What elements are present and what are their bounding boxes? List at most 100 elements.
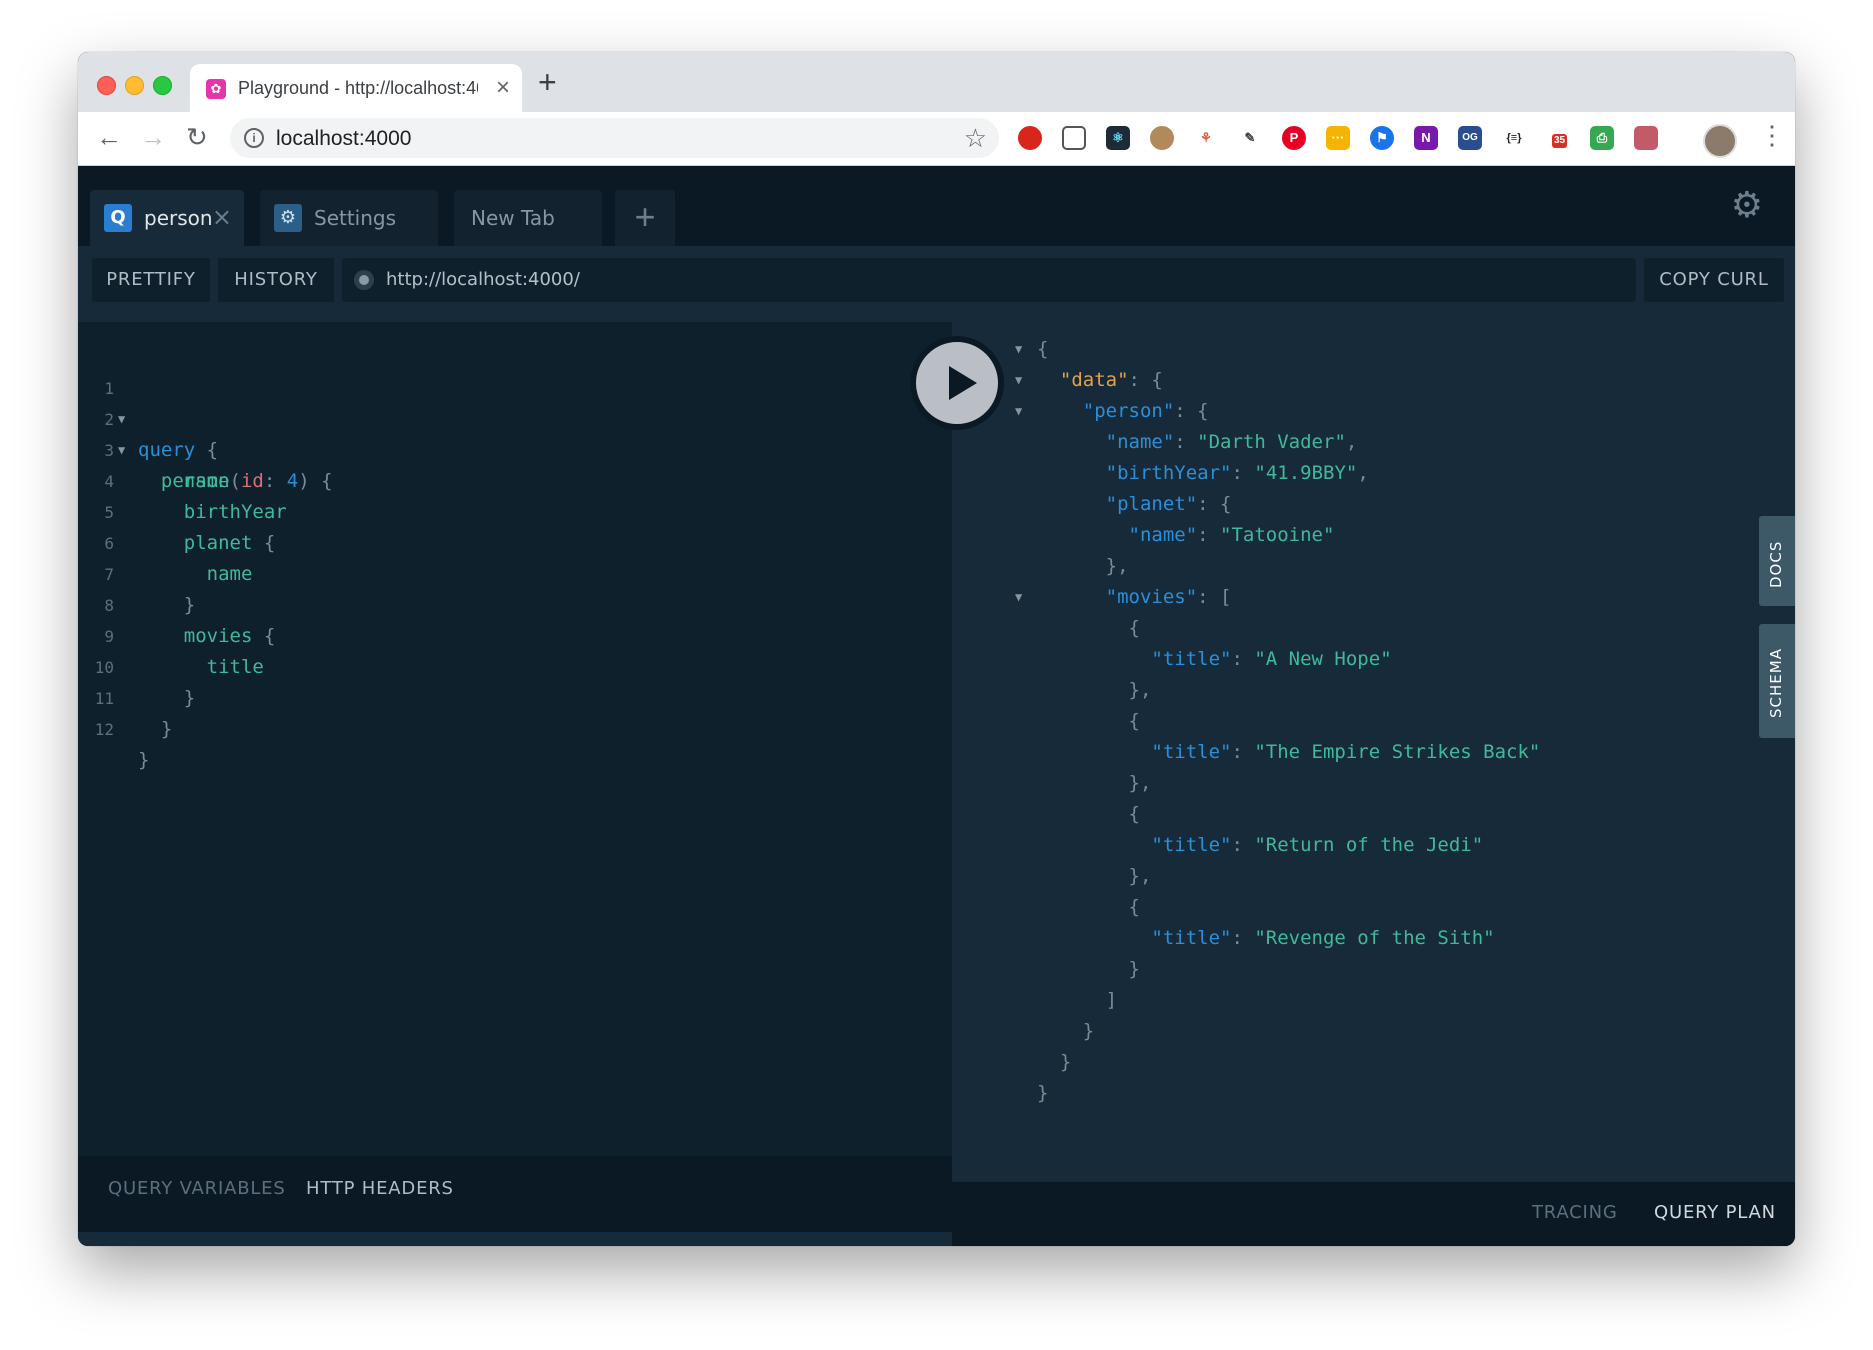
new-tab-button[interactable]: + (538, 66, 557, 98)
tab-settings-label: Settings (314, 206, 397, 230)
close-tab-icon[interactable]: × (496, 74, 510, 102)
person-key: "person" (1082, 400, 1175, 422)
result-pane: ▼{ ▼ "data": { ▼ "person": { "name": "Da… (952, 322, 1795, 1182)
field-title: title (206, 656, 264, 678)
arg-value: 4 (286, 470, 299, 492)
planet-key: "planet" (1105, 493, 1198, 515)
fold-arrow-icon[interactable]: ▼ (1015, 396, 1022, 427)
playground-tab-bar: Q person × ⚙ Settings New Tab + ⚙ (78, 166, 1795, 246)
eyedropper-icon[interactable]: ✎ (1238, 126, 1262, 150)
reload-icon[interactable]: ↻ (186, 122, 208, 153)
result-line: } (1037, 1082, 1049, 1104)
fold-arrow-icon[interactable]: ▼ (1015, 365, 1022, 396)
editor-line: 1 ▼ query { (78, 342, 218, 461)
editor-line: 2 ▼ person(id: 4) { (78, 373, 332, 492)
tracing-tab[interactable]: TRACING (1532, 1202, 1618, 1223)
query-variables-tab[interactable]: QUERY VARIABLES (108, 1178, 286, 1199)
query-plan-tab[interactable]: QUERY PLAN (1654, 1202, 1776, 1223)
result-line: "title": "Revenge of the Sith" (1151, 927, 1495, 949)
add-tab-button[interactable]: + (615, 190, 675, 246)
editor-line: 8 movies { (78, 559, 275, 647)
birthyear-value: "41.9BBY" (1254, 462, 1358, 484)
pocket-icon[interactable] (1062, 126, 1086, 150)
field-planet: planet (183, 532, 253, 554)
onenote-icon[interactable]: N (1414, 126, 1438, 150)
tab-new-label: New Tab (471, 206, 555, 230)
network-icon[interactable]: ⚘ (1194, 126, 1218, 150)
json-icon[interactable]: {≡} (1502, 126, 1526, 150)
close-window-button[interactable] (97, 76, 116, 95)
result-line: ▼ "data": { (1015, 365, 1163, 396)
browser-toolbar: ← → ↻ i localhost:4000 ☆ ⚛ ⚘ ✎ P ··· ⚑ N… (78, 112, 1795, 166)
result-line: { (1128, 803, 1140, 825)
back-icon[interactable]: ← (96, 122, 122, 153)
ext-badge-icon[interactable]: 35 (1546, 126, 1570, 150)
name-key: "name" (1105, 431, 1175, 453)
movie-title: "Revenge of the Sith" (1254, 927, 1495, 949)
arg-name: id (240, 470, 264, 492)
cookie-icon[interactable] (1150, 126, 1174, 150)
editor-line: 3 name (78, 404, 229, 492)
editor-line: 12 } (78, 683, 170, 771)
settings-gear-icon[interactable]: ⚙ (1731, 184, 1763, 226)
history-button[interactable]: HISTORY (218, 258, 334, 302)
tab-new[interactable]: New Tab (454, 190, 602, 246)
docs-tab[interactable]: DOCS (1759, 516, 1795, 606)
result-line: "title": "Return of the Jedi" (1151, 834, 1484, 856)
playground-controls: PRETTIFY HISTORY http://localhost:4000/ … (78, 246, 1795, 322)
endpoint-url: http://localhost:4000/ (386, 269, 580, 290)
fold-arrow-icon[interactable]: ▼ (1015, 334, 1022, 365)
movie-title: "The Empire Strikes Back" (1254, 741, 1541, 763)
bookmark-star-icon[interactable]: ☆ (964, 123, 987, 154)
result-line: }, (1128, 772, 1152, 794)
profile-avatar[interactable] (1703, 124, 1737, 158)
result-line: } (1082, 1020, 1095, 1042)
execute-query-button[interactable] (910, 336, 1004, 430)
result-line: }, (1128, 679, 1152, 701)
endpoint-input[interactable]: http://localhost:4000/ (342, 258, 1636, 302)
minimize-window-button[interactable] (125, 76, 144, 95)
og-icon[interactable]: OG (1458, 126, 1482, 150)
graphql-playground: Q person × ⚙ Settings New Tab + ⚙ PRETTI… (78, 166, 1795, 1246)
address-bar[interactable]: i localhost:4000 ☆ (230, 118, 999, 158)
query-editor[interactable]: 1 ▼ query { 2 ▼ person(id: 4) { 3 name 4… (78, 322, 952, 1156)
tab-person[interactable]: Q person × (90, 190, 244, 246)
tracing-bar: TRACING QUERY PLAN (952, 1182, 1795, 1246)
data-key: "data" (1059, 369, 1129, 391)
result-line: } (1059, 1051, 1072, 1073)
forward-icon[interactable]: → (140, 122, 166, 153)
fold-arrow-icon[interactable]: ▼ (1015, 582, 1022, 613)
ext-yellow-icon[interactable]: ··· (1326, 126, 1350, 150)
site-info-icon[interactable]: i (244, 128, 264, 148)
title-key: "title" (1151, 834, 1232, 856)
movie-title: "Return of the Jedi" (1254, 834, 1484, 856)
react-icon[interactable]: ⚛ (1106, 126, 1130, 150)
close-tab-icon[interactable]: × (212, 203, 232, 231)
title-key: "title" (1151, 741, 1232, 763)
editor-line: 10 } (78, 621, 195, 709)
pinterest-icon[interactable]: P (1282, 126, 1306, 150)
tab-settings[interactable]: ⚙ Settings (260, 190, 438, 246)
maximize-window-button[interactable] (153, 76, 172, 95)
browser-tab-playground[interactable]: ✿ Playground - http://localhost:4000 × (190, 64, 522, 112)
bookmark-icon[interactable]: ⚑ (1370, 126, 1394, 150)
browser-menu-icon[interactable]: ⋮ (1759, 120, 1785, 151)
copy-curl-button[interactable]: COPY CURL (1644, 258, 1784, 302)
tab-person-label: person (144, 206, 213, 230)
print-icon[interactable]: ⎙ (1590, 126, 1614, 150)
result-line: }, (1128, 865, 1152, 887)
prettify-button[interactable]: PRETTIFY (92, 258, 210, 302)
line-number: 12 (94, 720, 114, 739)
editor-line: 11 } (78, 652, 173, 740)
title-key: "title" (1151, 648, 1232, 670)
schema-tab[interactable]: SCHEMA (1759, 624, 1795, 738)
result-line: "planet": { (1105, 493, 1232, 515)
result-line: "name": "Darth Vader", (1105, 431, 1358, 453)
photo-icon[interactable] (1634, 126, 1658, 150)
ublock-icon[interactable] (1018, 126, 1042, 150)
result-line: ] (1105, 989, 1118, 1011)
title-key: "title" (1151, 927, 1232, 949)
http-headers-tab[interactable]: HTTP HEADERS (306, 1178, 454, 1199)
browser-window: ✿ Playground - http://localhost:4000 × +… (78, 52, 1795, 1246)
play-icon (949, 366, 977, 400)
